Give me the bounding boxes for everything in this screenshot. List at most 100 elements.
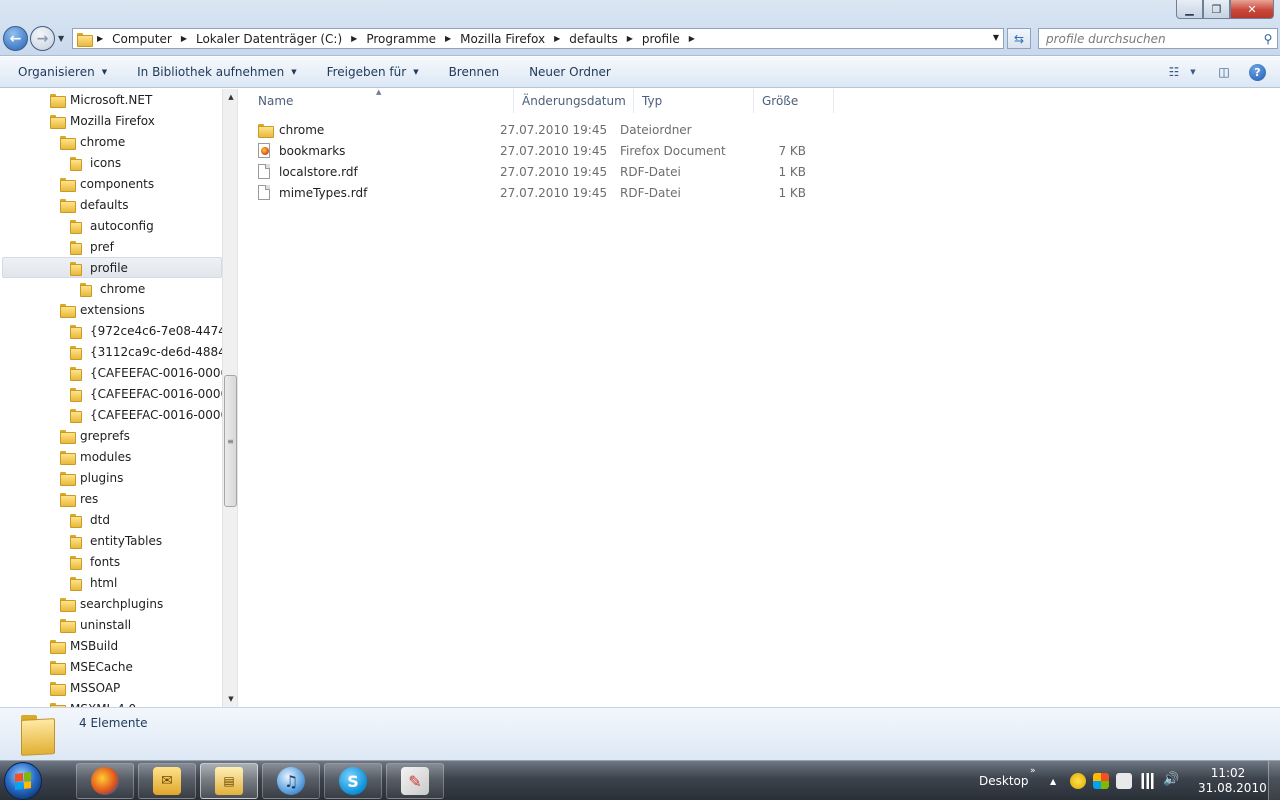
breadcrumb-item[interactable]: Mozilla Firefox ▶: [460, 32, 569, 46]
taskbar-outlook[interactable]: ✉: [138, 763, 196, 799]
folder-icon: [70, 366, 84, 381]
forward-button[interactable]: →: [30, 26, 55, 51]
windows-update-tray-icon[interactable]: [1093, 773, 1109, 789]
tree-item[interactable]: plugins: [60, 467, 123, 488]
breadcrumb-item[interactable]: profile ▶: [642, 32, 704, 46]
column-header-type[interactable]: Typ: [634, 89, 754, 113]
breadcrumb-separator[interactable]: ▶: [627, 34, 633, 43]
breadcrumb-item[interactable]: Computer ▶: [112, 32, 196, 46]
breadcrumb-separator[interactable]: ▶: [689, 34, 695, 43]
tree-item[interactable]: {3112ca9c-de6d-4884-a8: [70, 341, 237, 362]
tree-item[interactable]: profile: [2, 257, 222, 278]
include-in-library-button[interactable]: In Bibliothek aufnehmen ▼: [119, 57, 296, 87]
tree-item[interactable]: chrome: [60, 131, 125, 152]
breadcrumb-item[interactable]: Lokaler Datenträger (C:) ▶: [196, 32, 366, 46]
breadcrumb-separator[interactable]: ▶: [97, 34, 103, 43]
tree-item[interactable]: res: [60, 488, 98, 509]
tree-item[interactable]: {CAFEEFAC-0016-0000-00: [70, 362, 237, 383]
desktop-toolbar-label[interactable]: Desktop: [979, 774, 1029, 788]
share-with-button[interactable]: Freigeben für ▼: [309, 57, 419, 87]
tree-item[interactable]: MSECache: [50, 656, 133, 677]
maximize-button[interactable]: ❐: [1203, 0, 1230, 19]
view-dropdown-button[interactable]: ▼: [1185, 62, 1201, 82]
volume-icon[interactable]: 🔊: [1163, 772, 1179, 788]
tree-item[interactable]: MSXML 4.0: [50, 698, 136, 707]
breadcrumb-separator[interactable]: ▶: [181, 34, 187, 43]
search-input[interactable]: [1039, 29, 1259, 48]
tree-item[interactable]: {CAFEEFAC-0016-0000-00: [70, 404, 237, 425]
show-hidden-icons-icon[interactable]: ▲: [1050, 777, 1056, 786]
taskbar-firefox[interactable]: [76, 763, 134, 799]
organize-button[interactable]: Organisieren ▼: [0, 57, 107, 87]
organize-label: Organisieren: [18, 65, 95, 79]
tree-item[interactable]: Microsoft.NET: [50, 89, 152, 110]
address-bar[interactable]: ▶ Computer ▶ Lokaler Datenträger (C:) ▶ Prog…: [72, 28, 1004, 49]
tree-item[interactable]: MSSOAP: [50, 677, 120, 698]
taskbar-paint[interactable]: ✎: [386, 763, 444, 799]
action-center-icon[interactable]: [1116, 773, 1132, 789]
breadcrumb-separator[interactable]: ▶: [445, 34, 451, 43]
show-desktop-button[interactable]: [1268, 761, 1280, 800]
burn-button[interactable]: Brennen: [431, 57, 499, 87]
table-row[interactable]: chrome 27.07.2010 19:45 Dateiordner: [258, 119, 806, 140]
close-button[interactable]: ✕: [1230, 0, 1274, 19]
preview-pane-button[interactable]: ◫: [1213, 62, 1235, 82]
view-options-button[interactable]: ☷: [1163, 62, 1185, 82]
new-folder-button[interactable]: Neuer Ordner: [511, 57, 611, 87]
tree-item[interactable]: uninstall: [60, 614, 131, 635]
tree-item[interactable]: {972ce4c6-7e08-4474-a28: [70, 320, 237, 341]
scrollbar-thumb[interactable]: ≡: [224, 375, 237, 507]
column-header-name[interactable]: Name ▲: [250, 88, 514, 113]
tree-item[interactable]: fonts: [70, 551, 120, 572]
back-button[interactable]: ←: [3, 26, 28, 51]
tree-item[interactable]: dtd: [70, 509, 110, 530]
firefox-document-icon: [258, 143, 270, 158]
toolbar-expand-icon[interactable]: »: [1030, 766, 1036, 776]
tree-item[interactable]: html: [70, 572, 117, 593]
scroll-up-icon[interactable]: ▲: [223, 89, 237, 105]
search-icon[interactable]: ⚲: [1259, 32, 1277, 46]
scroll-down-icon[interactable]: ▼: [223, 691, 237, 707]
clock[interactable]: 11:02 31.08.2010: [1198, 766, 1267, 796]
tree-item[interactable]: {CAFEEFAC-0016-0000-00: [70, 383, 237, 404]
messenger-tray-icon[interactable]: [1070, 773, 1086, 789]
navigation-scrollbar[interactable]: ▲ ≡ ▼: [222, 89, 237, 707]
tree-item[interactable]: components: [60, 173, 154, 194]
file-name-cell: mimeTypes.rdf: [258, 185, 500, 200]
tree-item[interactable]: defaults: [60, 194, 128, 215]
tree-item[interactable]: MSBuild: [50, 635, 118, 656]
help-button[interactable]: ?: [1249, 62, 1266, 82]
breadcrumb-separator[interactable]: ▶: [351, 34, 357, 43]
tree-item[interactable]: Mozilla Firefox: [50, 110, 155, 131]
tree-item[interactable]: icons: [70, 152, 121, 173]
tree-item[interactable]: pref: [70, 236, 114, 257]
taskbar-skype[interactable]: S: [324, 763, 382, 799]
taskbar-itunes[interactable]: ♫: [262, 763, 320, 799]
column-header-date[interactable]: Änderungsdatum: [514, 89, 634, 113]
tree-item[interactable]: extensions: [60, 299, 145, 320]
folder-icon: [60, 450, 76, 465]
tree-item[interactable]: entityTables: [70, 530, 162, 551]
table-row[interactable]: localstore.rdf 27.07.2010 19:45 RDF-Datei 1…: [258, 161, 806, 182]
search-box: ⚲: [1038, 28, 1278, 49]
tree-item[interactable]: greprefs: [60, 425, 130, 446]
table-row[interactable]: bookmarks 27.07.2010 19:45 Firefox Documen…: [258, 140, 806, 161]
column-header-size[interactable]: Größe: [754, 89, 834, 113]
tree-item[interactable]: modules: [60, 446, 131, 467]
network-signal-icon[interactable]: [1140, 773, 1156, 789]
recent-pages-dropdown[interactable]: ▼: [58, 34, 64, 43]
folder-icon: [60, 198, 76, 213]
refresh-button[interactable]: ⇆: [1007, 28, 1031, 49]
breadcrumb-item[interactable]: Programme ▶: [366, 32, 460, 46]
tree-item[interactable]: chrome: [80, 278, 145, 299]
start-button[interactable]: [4, 762, 42, 800]
breadcrumb-item[interactable]: defaults ▶: [569, 32, 642, 46]
address-dropdown-icon[interactable]: ▼: [993, 33, 999, 42]
file-date: 27.07.2010 19:45: [500, 164, 608, 179]
tree-item[interactable]: autoconfig: [70, 215, 154, 236]
breadcrumb-separator[interactable]: ▶: [554, 34, 560, 43]
table-row[interactable]: mimeTypes.rdf 27.07.2010 19:45 RDF-Datei 1 …: [258, 182, 806, 203]
taskbar-explorer[interactable]: ▤: [200, 763, 258, 799]
minimize-button[interactable]: ▁: [1176, 0, 1203, 19]
tree-item[interactable]: searchplugins: [60, 593, 163, 614]
